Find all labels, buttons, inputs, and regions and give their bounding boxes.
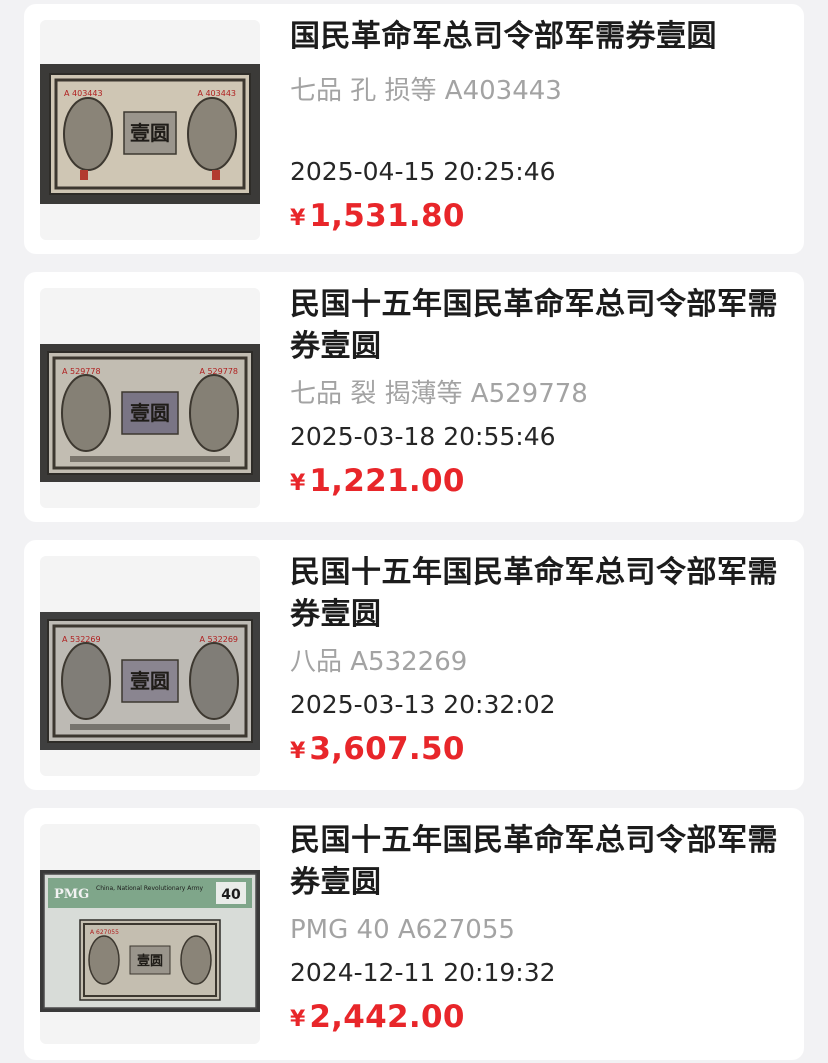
listing-title: 民国十五年国民革命军总司令部军需券壹圆 (290, 823, 778, 900)
listing-grade: 七品 孔 损等 A403443 (290, 76, 562, 106)
listing-grade: 八品 A532269 (290, 647, 468, 677)
pmg-slab-image: PMG China, National Revolutionary Army 4… (40, 870, 260, 1012)
currency-symbol: ¥ (290, 471, 306, 496)
listing-card[interactable]: 壹圆 A 403443 A 403443 国民革命军总司令部军需券壹圆 七品 孔… (24, 4, 804, 254)
listing-title: 民国十五年国民革命军总司令部军需券壹圆 (290, 287, 778, 364)
pmg-logo: PMG (54, 887, 89, 902)
svg-text:A 529778: A 529778 (199, 367, 238, 376)
listing-grade: PMG 40 A627055 (290, 915, 515, 945)
listing-date: 2024-12-11 20:19:32 (290, 958, 556, 987)
svg-text:壹圆: 壹圆 (130, 401, 170, 425)
pmg-score: 40 (221, 887, 241, 903)
listing-title: 民国十五年国民革命军总司令部军需券壹圆 (290, 555, 778, 632)
svg-text:A 529778: A 529778 (62, 367, 101, 376)
banknote-image: 壹圆 A 529778 A 529778 (40, 344, 260, 482)
banknote-thumbnail[interactable]: 壹圆 A 403443 A 403443 (40, 20, 260, 240)
listing-price: ¥1,221.00 (290, 463, 465, 499)
listing-grade: 七品 裂 揭薄等 A529778 (290, 379, 588, 409)
svg-text:A 627055: A 627055 (90, 929, 119, 936)
listing-price: ¥1,531.80 (290, 198, 465, 234)
listing-price: ¥2,442.00 (290, 999, 465, 1035)
banknote-thumbnail[interactable]: 壹圆 A 532269 A 532269 (40, 556, 260, 776)
price-amount: 2,442.00 (309, 999, 465, 1035)
banknote-image: 壹圆 A 403443 A 403443 (40, 64, 260, 204)
banknote-thumbnail[interactable]: 壹圆 A 529778 A 529778 (40, 288, 260, 508)
banknote-thumbnail[interactable]: PMG China, National Revolutionary Army 4… (40, 824, 260, 1044)
currency-symbol: ¥ (290, 739, 306, 764)
banknote-image: 壹圆 A 532269 A 532269 (40, 612, 260, 750)
listing-card[interactable]: 壹圆 A 532269 A 532269 民国十五年国民革命军总司令部军需券壹圆… (24, 540, 804, 790)
listing-date: 2025-03-18 20:55:46 (290, 422, 556, 451)
currency-symbol: ¥ (290, 206, 306, 231)
svg-text:A 403443: A 403443 (64, 89, 103, 98)
price-amount: 1,221.00 (309, 463, 465, 499)
listing-card[interactable]: 壹圆 A 529778 A 529778 民国十五年国民革命军总司令部军需券壹圆… (24, 272, 804, 522)
listing-card[interactable]: PMG China, National Revolutionary Army 4… (24, 808, 804, 1060)
listing-date: 2025-03-13 20:32:02 (290, 690, 556, 719)
svg-text:A 532269: A 532269 (199, 635, 238, 644)
svg-text:China, National Revolutionary: China, National Revolutionary Army (96, 885, 204, 892)
listing-price: ¥3,607.50 (290, 731, 465, 767)
svg-text:壹圆: 壹圆 (137, 953, 163, 969)
svg-text:A 403443: A 403443 (197, 89, 236, 98)
price-amount: 1,531.80 (309, 198, 465, 234)
svg-text:A 532269: A 532269 (62, 635, 101, 644)
svg-text:壹圆: 壹圆 (130, 669, 170, 693)
price-amount: 3,607.50 (309, 731, 465, 767)
listing-date: 2025-04-15 20:25:46 (290, 157, 556, 186)
svg-text:壹圆: 壹圆 (130, 121, 170, 145)
listing-title: 国民革命军总司令部军需券壹圆 (290, 19, 717, 54)
currency-symbol: ¥ (290, 1007, 306, 1032)
